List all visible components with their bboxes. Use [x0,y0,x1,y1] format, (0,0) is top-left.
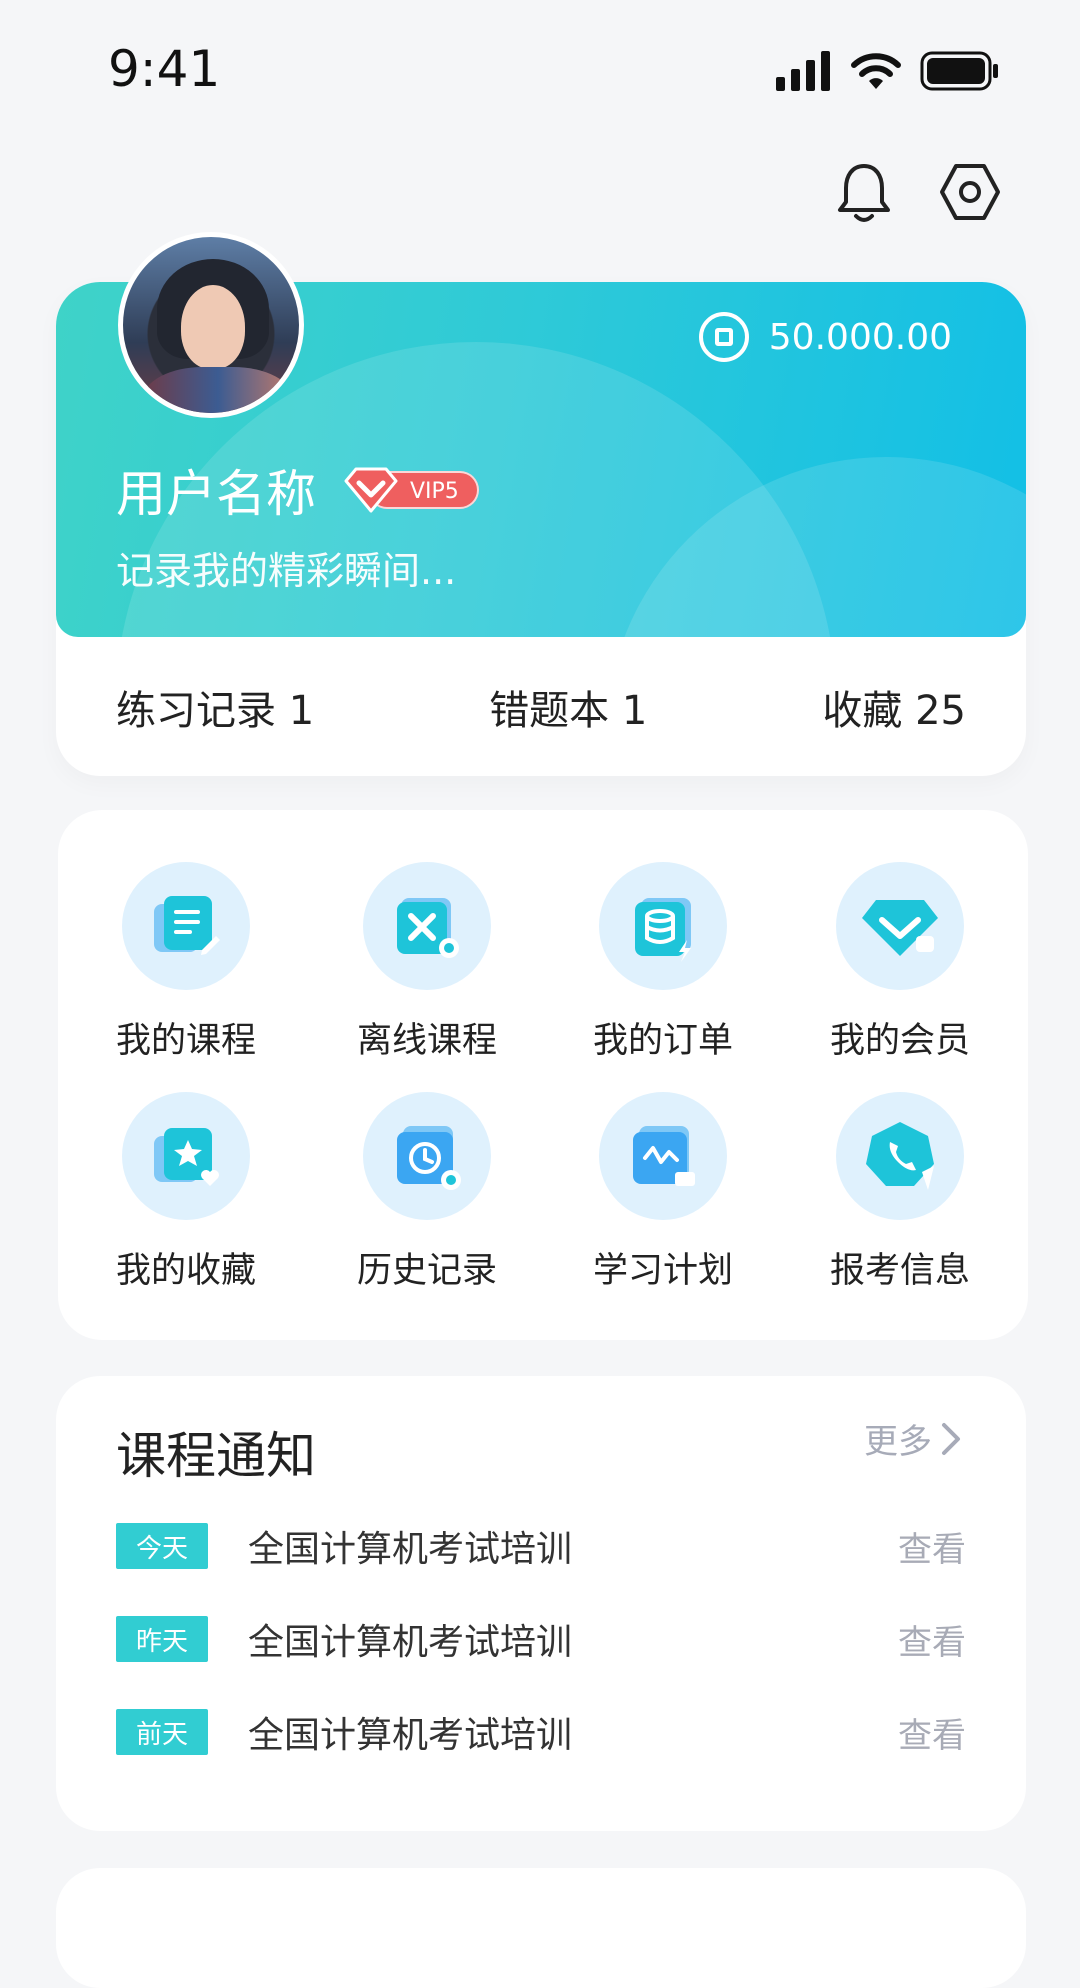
view-link[interactable]: 查看 [898,1708,966,1757]
notice-text: 全国计算机考试培训 [248,1715,573,1756]
stats-row: 练习记录 1 错题本 1 收藏 25 [56,637,1026,776]
feature-my-orders[interactable]: 我的订单 [563,862,763,1063]
view-link[interactable]: 查看 [898,1522,966,1571]
notice-item[interactable]: 昨天 全国计算机考试培训 查看 [116,1615,966,1663]
more-label: 更多 [864,1422,932,1462]
status-bar: 9:41 [0,0,1080,140]
coin-balance[interactable]: 50.000.00 [698,312,952,362]
battery-icon [920,51,998,91]
notice-item[interactable]: 今天 全国计算机考试培训 查看 [116,1522,966,1570]
user-signature: 记录我的精彩瞬间... [116,549,457,593]
feature-exam-info[interactable]: 报考信息 [800,1092,1000,1293]
offline-course-icon [363,862,491,990]
coin-icon [698,312,749,362]
chevron-right-icon [942,1422,960,1455]
username-row: 用户名称 VIP5 [116,454,479,526]
feature-label: 离线课程 [356,1021,497,1061]
feature-label: 我的课程 [115,1021,256,1061]
feature-my-favorites[interactable]: 我的收藏 [86,1092,286,1293]
coin-balance-value: 50.000.00 [768,316,952,358]
notice-date-tag: 昨天 [116,1616,208,1662]
notice-date-tag: 前天 [116,1709,208,1755]
status-time: 9:41 [108,40,221,98]
cellular-signal-icon [776,51,830,91]
feature-label: 报考信息 [829,1251,970,1291]
more-link[interactable]: 更多 [864,1414,962,1463]
feature-my-membership[interactable]: 我的会员 [800,862,1000,1063]
top-actions [832,160,1002,224]
exam-info-icon [836,1092,964,1220]
section-title: 课程通知 [116,1427,316,1485]
feature-history[interactable]: 历史记录 [327,1092,527,1293]
feature-label: 学习计划 [592,1251,733,1291]
view-link[interactable]: 查看 [898,1615,966,1664]
features-grid: 我的课程 离线课程 我的订单 我的会员 我的收藏 历史记录 学习计划 报考信息 [58,810,1028,1340]
status-icons [776,46,1000,96]
notice-item[interactable]: 前天 全国计算机考试培训 查看 [116,1708,966,1756]
feature-study-plan[interactable]: 学习计划 [563,1092,763,1293]
course-icon [122,862,250,990]
course-notices: 课程通知 更多 今天 全国计算机考试培训 查看 昨天 全国计算机考试培训 查看 … [56,1376,1026,1831]
feature-label: 历史记录 [356,1251,497,1291]
bottom-card-partial [56,1868,1026,1988]
feature-label: 我的订单 [592,1021,733,1061]
notice-date-tag: 今天 [116,1523,208,1569]
feature-label: 我的会员 [829,1021,970,1061]
membership-icon [836,862,964,990]
profile-card: 50.000.00 用户名称 VIP5 记录我的精彩瞬间... 练习记录 1 错… [56,232,1026,776]
vip-badge[interactable]: VIP5 [344,467,479,513]
notice-text: 全国计算机考试培训 [248,1622,573,1663]
feature-label: 我的收藏 [115,1251,256,1291]
bell-icon[interactable] [832,160,896,224]
wifi-icon [851,53,901,89]
stat-favorites[interactable]: 收藏 25 [822,678,966,736]
avatar[interactable] [118,232,304,418]
history-icon [363,1092,491,1220]
favorites-icon [122,1092,250,1220]
study-plan-icon [599,1092,727,1220]
feature-offline-courses[interactable]: 离线课程 [327,862,527,1063]
username: 用户名称 [116,465,316,523]
stat-wrong-questions[interactable]: 错题本 1 [489,678,647,736]
vip-diamond-icon [344,467,398,513]
order-icon [599,862,727,990]
settings-icon[interactable] [938,160,1002,224]
feature-my-courses[interactable]: 我的课程 [86,862,286,1063]
notice-text: 全国计算机考试培训 [248,1529,573,1570]
stat-practice-records[interactable]: 练习记录 1 [116,678,314,736]
